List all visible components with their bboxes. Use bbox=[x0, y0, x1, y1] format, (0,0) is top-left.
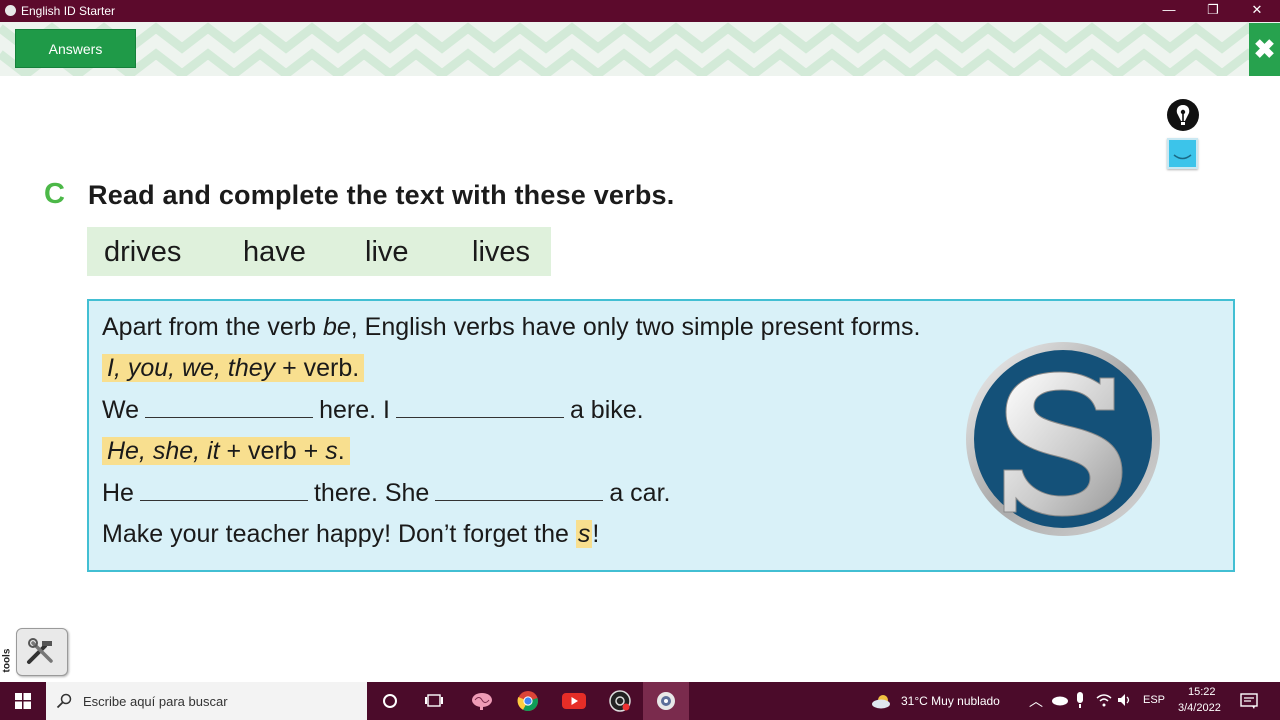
notifications-icon[interactable] bbox=[1240, 692, 1258, 710]
youtube-icon bbox=[562, 693, 586, 709]
restore-button[interactable]: ❐ bbox=[1190, 0, 1236, 22]
chrome-icon bbox=[517, 691, 538, 712]
obs-icon bbox=[609, 690, 631, 712]
taskbar-app-obs[interactable] bbox=[597, 682, 643, 720]
window-title-bar: English ID Starter — ❐ ✕ bbox=[0, 0, 1280, 22]
tray-tool-icon[interactable] bbox=[1167, 138, 1198, 169]
onedrive-icon[interactable] bbox=[1051, 694, 1069, 706]
rule-plural-pronouns: I, you, we, they + verb. bbox=[102, 354, 365, 383]
word-bank-item: drives bbox=[104, 236, 182, 268]
sentence-two: He there. She a car. bbox=[102, 479, 671, 507]
exercise-instruction: Read and complete the text with these ve… bbox=[88, 180, 675, 210]
minimize-button[interactable]: — bbox=[1146, 0, 1192, 22]
rule-third-person: He, she, it + verb + s. bbox=[102, 437, 350, 466]
task-view-icon bbox=[425, 694, 443, 707]
brain-app-icon bbox=[472, 693, 492, 710]
s-logo-icon bbox=[966, 342, 1160, 536]
answer-blank[interactable] bbox=[145, 397, 314, 418]
cloud-weather-icon bbox=[872, 695, 890, 709]
language-indicator[interactable]: ESP bbox=[1143, 694, 1165, 706]
clock-date[interactable]: 3/4/2022 bbox=[1178, 702, 1221, 714]
search-placeholder: Escribe aquí para buscar bbox=[83, 694, 228, 709]
window-title: English ID Starter bbox=[21, 4, 116, 18]
close-window-button[interactable]: ✕ bbox=[1234, 0, 1280, 22]
chevron-up-icon[interactable]: ︿ bbox=[1029, 691, 1043, 711]
close-panel-button[interactable]: ✖ bbox=[1249, 23, 1280, 76]
wifi-icon[interactable] bbox=[1096, 693, 1112, 707]
answer-blank[interactable] bbox=[139, 480, 308, 501]
word-bank-item: live bbox=[365, 236, 409, 268]
app-icon bbox=[5, 5, 16, 16]
zigzag-pattern bbox=[0, 22, 1280, 76]
cortana-button[interactable] bbox=[367, 682, 413, 720]
itools-label: i-tools bbox=[0, 632, 16, 676]
answer-blank[interactable] bbox=[435, 480, 604, 501]
sentence-one: We here. Ia bike. bbox=[102, 396, 644, 424]
weather-text[interactable]: 31°C Muy nublado bbox=[901, 694, 1000, 708]
grammar-intro: Apart from the verb be, English verbs ha… bbox=[102, 313, 921, 341]
exercise-letter: C bbox=[44, 178, 65, 210]
microphone-icon[interactable] bbox=[1075, 692, 1085, 710]
itools-button[interactable] bbox=[16, 628, 68, 676]
taskbar-app-english-id[interactable] bbox=[643, 682, 689, 720]
teacher-tip: Make your teacher happy! Don’t forget th… bbox=[102, 520, 600, 548]
taskbar-app-chrome[interactable] bbox=[505, 682, 551, 720]
word-bank-item: lives bbox=[472, 236, 531, 268]
windows-start-button[interactable] bbox=[0, 682, 46, 720]
windows-logo-icon bbox=[15, 693, 31, 709]
taskbar: Escribe aquí para buscar 31°C Muy nublad… bbox=[0, 682, 1280, 720]
clock-time[interactable]: 15:22 bbox=[1188, 686, 1216, 698]
answers-button[interactable]: Answers bbox=[15, 29, 136, 68]
pen-tool-icon[interactable] bbox=[1167, 99, 1199, 131]
header-band: Answers ✖ bbox=[0, 22, 1280, 76]
cortana-icon bbox=[383, 694, 397, 708]
word-bank: drives have live lives bbox=[87, 227, 551, 276]
word-bank-item: have bbox=[243, 236, 306, 268]
taskbar-app-youtube[interactable] bbox=[551, 682, 597, 720]
english-id-app-icon bbox=[657, 692, 675, 710]
search-icon bbox=[56, 693, 72, 709]
taskbar-app-brain[interactable] bbox=[459, 682, 505, 720]
answer-blank[interactable] bbox=[395, 397, 564, 418]
task-view-button[interactable] bbox=[411, 682, 457, 720]
volume-icon[interactable] bbox=[1117, 693, 1133, 707]
tools-icon bbox=[27, 638, 53, 664]
taskbar-search-box[interactable]: Escribe aquí para buscar bbox=[46, 682, 367, 720]
